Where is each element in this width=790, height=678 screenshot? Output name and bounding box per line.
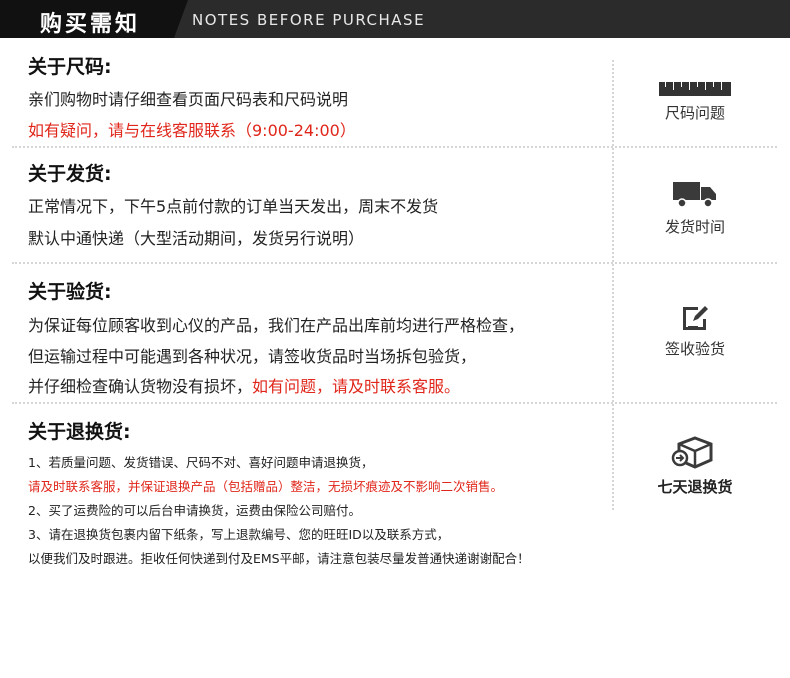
- side-returns: 七天退换货: [640, 436, 750, 497]
- section-text-red: 如有问题，请及时联系客服。: [252, 377, 461, 396]
- header-tab: 购买需知: [0, 0, 188, 38]
- section-text: 以便我们及时跟进。拒收任何快递到付及EMS平邮，请注意包装尽量发普通快递谢谢配合…: [28, 551, 530, 566]
- section-text-red: 请及时联系客服，并保证退换产品（包括赠品）整洁，无损坏痕迹及不影响二次销售。: [28, 479, 504, 494]
- header-bar: 购买需知 NOTES BEFORE PURCHASE: [0, 0, 790, 38]
- sign-edit-icon: [683, 306, 708, 330]
- page-subtitle: NOTES BEFORE PURCHASE: [192, 11, 426, 29]
- section-text: 但运输过程中可能遇到各种状况，请签收货品时当场拆包验货，: [28, 347, 477, 366]
- section-text: 为保证每位顾客收到心仪的产品，我们在产品出库前均进行严格检查，: [28, 316, 525, 335]
- vertical-divider: [612, 60, 614, 510]
- truck-icon: [673, 182, 716, 208]
- section-text-red: 如有疑问，请与在线客服联系（9:00-24:00）: [28, 121, 356, 140]
- section-text: 亲们购物时请仔细查看页面尺码表和尺码说明: [28, 90, 349, 109]
- section-text: 正常情况下，下午5点前付款的订单当天发出，周末不发货: [28, 197, 439, 216]
- side-label: 尺码问题: [664, 104, 725, 122]
- section-text: 默认中通快递（大型活动期间，发货另行说明）: [28, 229, 365, 248]
- section-title: 关于退换货:: [28, 421, 131, 443]
- page-title: 购买需知: [40, 12, 141, 37]
- side-shipping: 发货时间: [640, 180, 750, 237]
- section-title: 关于发货:: [28, 163, 112, 185]
- side-size: 尺码问题: [640, 82, 750, 123]
- section-text: 并仔细检查确认货物没有损坏，: [28, 377, 253, 396]
- side-label: 七天退换货: [657, 478, 733, 496]
- section-text: 2、买了运费险的可以后台申请换货，运费由保险公司赔付。: [28, 503, 361, 518]
- side-inspection: 签收验货: [640, 304, 750, 359]
- section-title: 关于尺码:: [28, 56, 112, 78]
- section-text-mixed: 并仔细检查确认货物没有损坏，如有问题，请及时联系客服。: [28, 373, 460, 397]
- section-title: 关于验货:: [28, 281, 112, 303]
- side-label: 签收验货: [664, 340, 725, 358]
- ruler-icon: [659, 82, 731, 96]
- section-text: 3、请在退换货包裹内留下纸条，写上退款编号、您的旺旺ID以及联系方式，: [28, 527, 450, 542]
- side-label: 发货时间: [664, 218, 725, 236]
- section-text: 1、若质量问题、发货错误、尺码不对、喜好问题申请退换货，: [28, 455, 374, 470]
- return-box-icon: [671, 436, 713, 469]
